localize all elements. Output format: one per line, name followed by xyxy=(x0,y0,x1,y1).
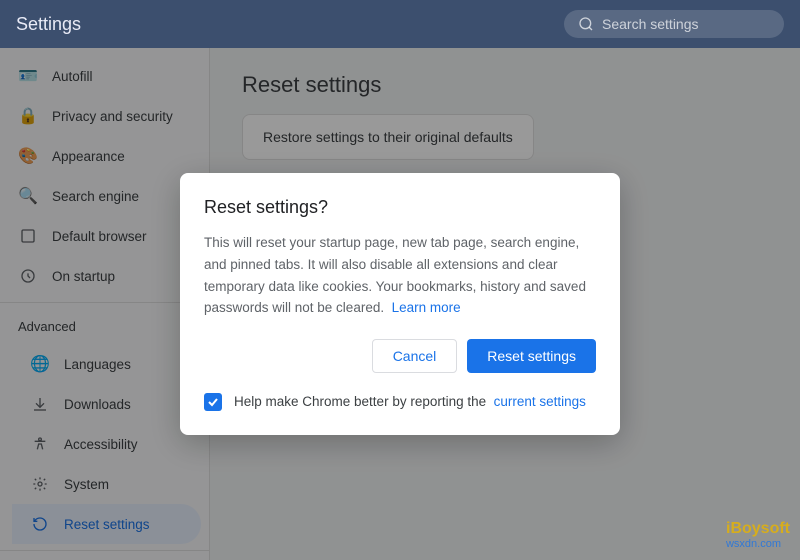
reset-dialog: Reset settings? This will reset your sta… xyxy=(210,173,620,434)
header: Settings xyxy=(0,0,800,48)
footer-text: Help make Chrome better by reporting the xyxy=(234,394,486,409)
current-settings-link[interactable]: current settings xyxy=(494,394,586,409)
search-bar[interactable] xyxy=(564,10,784,38)
brand-highlight: Boysoft xyxy=(730,520,790,537)
watermark: iBoysoft wsxdn.com xyxy=(726,520,790,550)
search-input[interactable] xyxy=(602,16,770,32)
cancel-button[interactable]: Cancel xyxy=(372,339,458,373)
dialog-body: This will reset your startup page, new t… xyxy=(210,232,596,318)
search-icon xyxy=(578,16,594,32)
dialog-overlay: Reset settings? This will reset your sta… xyxy=(210,48,800,560)
dialog-footer-text: Help make Chrome better by reporting the… xyxy=(234,394,596,409)
checkbox-better-chrome[interactable] xyxy=(210,393,222,411)
dialog-footer: Help make Chrome better by reporting the… xyxy=(210,393,596,411)
main-layout: 🪪 Autofill 🔒 Privacy and security 🎨 Appe… xyxy=(0,48,800,560)
reset-settings-button[interactable]: Reset settings xyxy=(467,339,596,373)
domain: wsxdn.com xyxy=(726,538,790,550)
main-content: Reset settings Restore settings to their… xyxy=(210,48,800,560)
checkmark-icon xyxy=(210,396,219,408)
learn-more-link[interactable]: Learn more xyxy=(392,300,461,315)
dialog-title: Reset settings? xyxy=(210,197,596,218)
dialog-actions: Cancel Reset settings xyxy=(210,339,596,373)
app-title: Settings xyxy=(16,14,81,35)
